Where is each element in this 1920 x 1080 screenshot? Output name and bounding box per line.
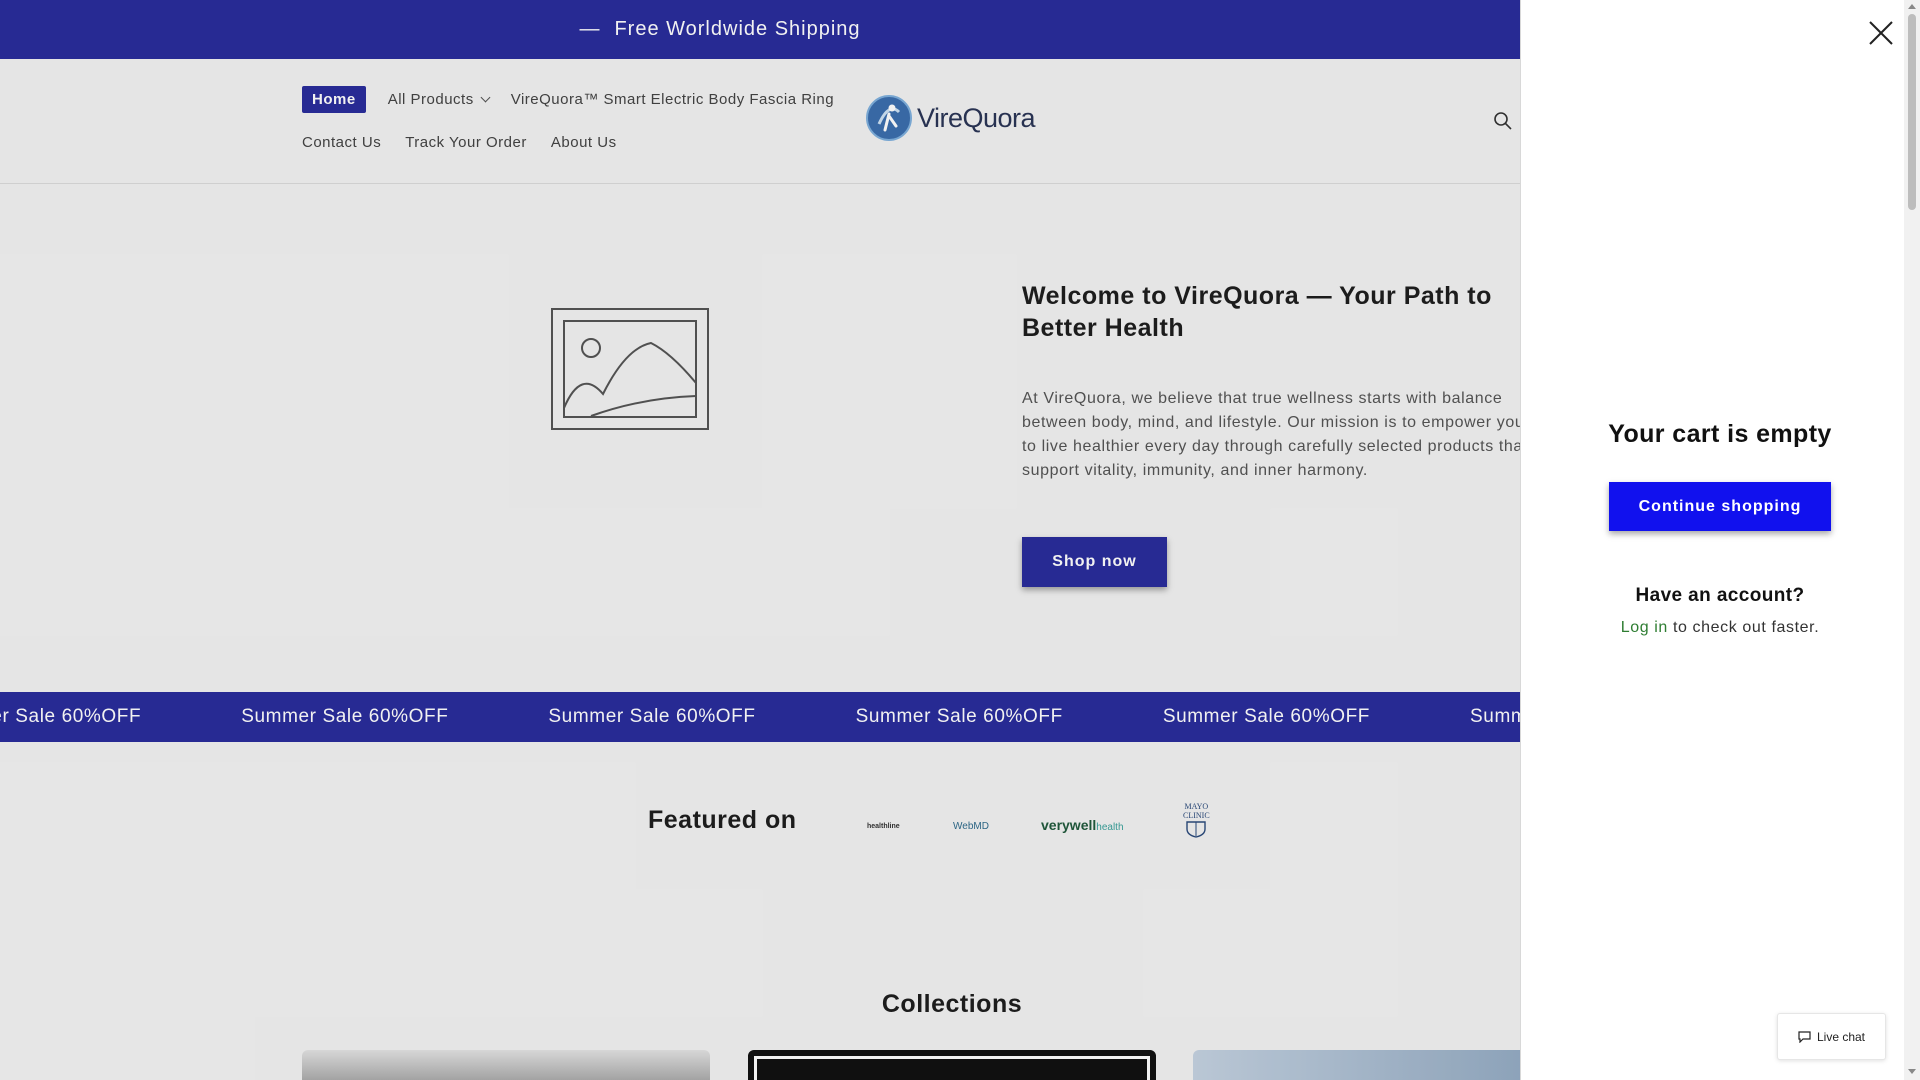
live-chat-label: Live chat (1816, 1029, 1866, 1044)
live-chat-button[interactable]: Live chat (1777, 1013, 1886, 1060)
login-prompt: Log in to check out faster. (1520, 619, 1920, 637)
login-suffix: to check out faster. (1667, 619, 1820, 636)
continue-shopping-button[interactable]: Continue shopping (1609, 482, 1831, 531)
scrollbar-thumb[interactable] (1908, 14, 1916, 210)
chat-bubble-icon (1798, 1030, 1811, 1043)
scrollbar[interactable] (1904, 0, 1920, 1080)
login-link[interactable]: Log in (1621, 619, 1668, 636)
cart-empty-title: Your cart is empty (1608, 420, 1832, 448)
scroll-down-arrow-icon[interactable] (1908, 1069, 1916, 1074)
close-icon[interactable] (1868, 20, 1894, 46)
page-overlay[interactable] (0, 0, 1520, 1080)
cart-drawer (1520, 0, 1920, 1080)
scroll-up-arrow-icon[interactable] (1908, 4, 1916, 9)
account-title: Have an account? (1635, 585, 1805, 606)
